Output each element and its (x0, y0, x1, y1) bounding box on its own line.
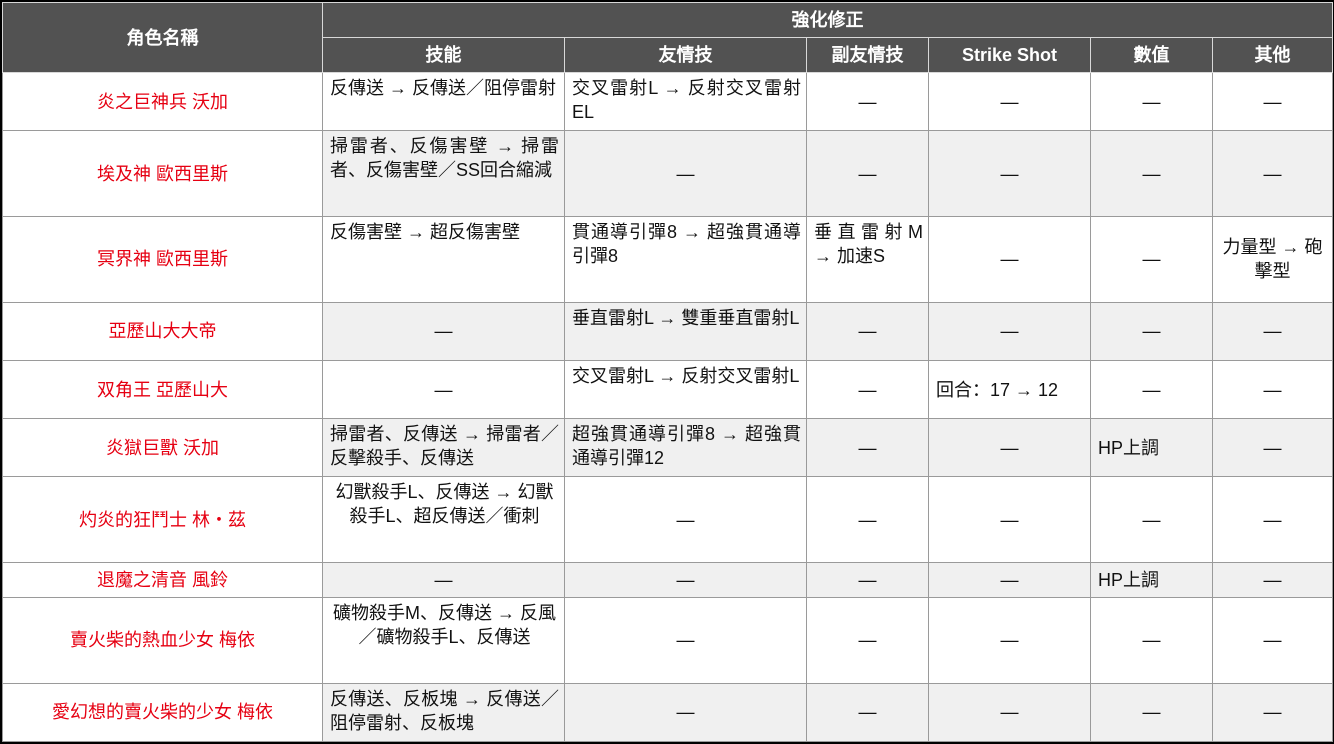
table-row: 愛幻想的賣火柴的少女 梅依 反傳送、反板塊 → 反傳送／阻停雷射、反板塊 — —… (2, 682, 1334, 743)
skill-cell: 反傳送 → 反傳送／阻停雷射 (322, 71, 565, 132)
sub-friendship-cell: — (806, 359, 929, 420)
other-cell: — (1211, 476, 1334, 564)
sub-friendship-cell: — (806, 130, 929, 217)
table-row: 灼炎的狂鬥士 林・茲 幻獸殺手L、反傳送 → 幻獸殺手L、超反傳送／衝刺 — —… (2, 476, 1334, 564)
other-cell: — (1211, 418, 1334, 478)
table-row: 賣火柴的熱血少女 梅依 礦物殺手M、反傳送 → 反風／礦物殺手L、反傳送 — —… (2, 596, 1334, 684)
header-strike-shot: Strike Shot (928, 37, 1091, 73)
skill-cell: — (322, 359, 565, 420)
stats-cell: — (1090, 359, 1213, 420)
stats-cell: HP上調 (1090, 418, 1213, 478)
skill-cell: 掃雷者、反傳送 → 掃雷者／反擊殺手、反傳送 (322, 418, 565, 478)
table-row: 双角王 亞歷山大 — 交叉雷射L → 反射交叉雷射L — 回合：17 → 12 … (2, 359, 1334, 420)
character-name: 灼炎的狂鬥士 林・茲 (2, 476, 323, 564)
table-row: 炎獄巨獸 沃加 掃雷者、反傳送 → 掃雷者／反擊殺手、反傳送 超強貫通導引彈8 … (2, 418, 1334, 478)
sub-friendship-cell: — (806, 301, 929, 361)
other-cell: — (1211, 562, 1334, 598)
table-body: 炎之巨神兵 沃加 反傳送 → 反傳送／阻停雷射 交叉雷射L → 反射交叉雷射EL… (2, 71, 1334, 743)
other-cell: — (1211, 596, 1334, 684)
header-skill: 技能 (322, 37, 565, 73)
friendship-cell: 交叉雷射L → 反射交叉雷射L (564, 359, 807, 420)
character-name: 退魔之清音 風鈴 (2, 562, 323, 598)
strike-shot-cell: — (928, 682, 1091, 743)
table-row: 亞歷山大大帝 — 垂直雷射L → 雙重垂直雷射L — — — — (2, 301, 1334, 361)
stats-cell: — (1090, 71, 1213, 132)
skill-cell: 礦物殺手M、反傳送 → 反風／礦物殺手L、反傳送 (322, 596, 565, 684)
friendship-cell: — (564, 596, 807, 684)
header-stats: 數值 (1090, 37, 1213, 73)
character-name: 炎獄巨獸 沃加 (2, 418, 323, 478)
stats-cell: — (1090, 130, 1213, 217)
skill-cell: 掃雷者、反傷害壁 → 掃雷者、反傷害壁／SS回合縮減 (322, 130, 565, 217)
skill-cell: — (322, 562, 565, 598)
other-cell: — (1211, 682, 1334, 743)
stats-cell: HP上調 (1090, 562, 1213, 598)
header-other: 其他 (1211, 37, 1334, 73)
stats-cell: — (1090, 476, 1213, 564)
other-cell: — (1211, 71, 1334, 132)
header-sub-friendship: 副友情技 (806, 37, 929, 73)
strike-shot-cell: — (928, 71, 1091, 132)
stats-cell: — (1090, 301, 1213, 361)
friendship-cell: 交叉雷射L → 反射交叉雷射EL (564, 71, 807, 132)
stats-cell: — (1090, 215, 1213, 303)
skill-cell: 反傷害壁 → 超反傷害壁 (322, 215, 565, 303)
character-name: 埃及神 歐西里斯 (2, 130, 323, 217)
friendship-cell: — (564, 476, 807, 564)
other-cell: — (1211, 359, 1334, 420)
skill-cell: 幻獸殺手L、反傳送 → 幻獸殺手L、超反傳送／衝刺 (322, 476, 565, 564)
skill-cell: — (322, 301, 565, 361)
strike-shot-cell: — (928, 130, 1091, 217)
other-cell: 力量型 → 砲擊型 (1211, 215, 1334, 303)
header-friendship: 友情技 (564, 37, 807, 73)
character-name: 双角王 亞歷山大 (2, 359, 323, 420)
enhancement-table: 角色名稱 強化修正 技能 友情技 副友情技 Strike Shot 數值 其他 … (2, 2, 1334, 743)
friendship-cell: 貫通導引彈8 → 超強貫通導引彈8 (564, 215, 807, 303)
strike-shot-cell: — (928, 418, 1091, 478)
strike-shot-cell: — (928, 476, 1091, 564)
table-frame: 角色名稱 強化修正 技能 友情技 副友情技 Strike Shot 數值 其他 … (0, 0, 1334, 744)
character-name: 愛幻想的賣火柴的少女 梅依 (2, 682, 323, 743)
sub-friendship-cell: — (806, 596, 929, 684)
other-cell: — (1211, 301, 1334, 361)
other-cell: — (1211, 130, 1334, 217)
character-name: 賣火柴的熱血少女 梅依 (2, 596, 323, 684)
table-header: 角色名稱 強化修正 技能 友情技 副友情技 Strike Shot 數值 其他 (2, 2, 1334, 73)
friendship-cell: — (564, 130, 807, 217)
table-row: 冥界神 歐西里斯 反傷害壁 → 超反傷害壁 貫通導引彈8 → 超強貫通導引彈8 … (2, 215, 1334, 303)
sub-friendship-cell: 垂直雷射M → 加速S (806, 215, 929, 303)
strike-shot-cell: — (928, 215, 1091, 303)
friendship-cell: — (564, 562, 807, 598)
friendship-cell: 垂直雷射L → 雙重垂直雷射L (564, 301, 807, 361)
strike-shot-cell: — (928, 562, 1091, 598)
stats-cell: — (1090, 682, 1213, 743)
friendship-cell: — (564, 682, 807, 743)
strike-shot-cell: 回合：17 → 12 (928, 359, 1091, 420)
character-name: 炎之巨神兵 沃加 (2, 71, 323, 132)
sub-friendship-cell: — (806, 562, 929, 598)
header-enhancement-group: 強化修正 (321, 2, 1334, 38)
skill-cell: 反傳送、反板塊 → 反傳送／阻停雷射、反板塊 (322, 682, 565, 743)
character-name: 亞歷山大大帝 (2, 301, 323, 361)
sub-friendship-cell: — (806, 71, 929, 132)
stats-cell: — (1090, 596, 1213, 684)
sub-friendship-cell: — (806, 476, 929, 564)
sub-friendship-cell: — (806, 682, 929, 743)
friendship-cell: 超強貫通導引彈8 → 超強貫通導引彈12 (564, 418, 807, 478)
sub-friendship-cell: — (806, 418, 929, 478)
table-row: 埃及神 歐西里斯 掃雷者、反傷害壁 → 掃雷者、反傷害壁／SS回合縮減 — — … (2, 130, 1334, 217)
character-name: 冥界神 歐西里斯 (2, 215, 323, 303)
strike-shot-cell: — (928, 301, 1091, 361)
table-row: 退魔之清音 風鈴 — — — — HP上調 — (2, 562, 1334, 598)
header-character-name: 角色名稱 (2, 2, 323, 73)
strike-shot-cell: — (928, 596, 1091, 684)
table-row: 炎之巨神兵 沃加 反傳送 → 反傳送／阻停雷射 交叉雷射L → 反射交叉雷射EL… (2, 71, 1334, 132)
